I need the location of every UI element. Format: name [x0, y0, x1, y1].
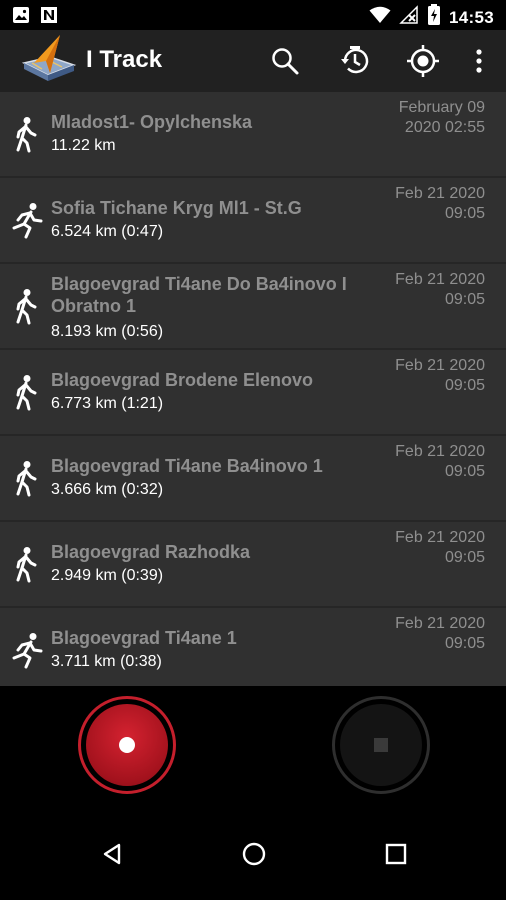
track-date-line2: 09:05: [444, 377, 485, 394]
walk-icon: [10, 460, 42, 498]
track-date-line1: Feb 21 2020: [395, 357, 485, 374]
track-distance: 2.949 km (0:39): [51, 567, 164, 584]
stop-button-face: [340, 704, 422, 786]
system-nav-bar: [0, 804, 506, 900]
locate-icon[interactable]: [406, 44, 440, 78]
app-logo-icon: [20, 33, 78, 89]
stop-button[interactable]: [332, 696, 430, 794]
record-icon: [119, 737, 135, 753]
image-icon: [12, 6, 30, 29]
track-title: Blagoevgrad Razhodka: [51, 542, 251, 562]
track-title: Blagoevgrad Ti4ane Ba4inovo 1: [51, 456, 323, 476]
wifi-icon: [369, 6, 391, 29]
recents-icon[interactable]: [376, 834, 416, 874]
track-title: Mladost1- Opylchenska: [51, 112, 253, 132]
track-title: Blagoevgrad Ti4ane 1: [51, 628, 237, 648]
walk-icon: [10, 374, 42, 412]
walk-icon: [10, 116, 42, 154]
status-bar-right: 14:53: [369, 4, 494, 31]
track-row[interactable]: Blagoevgrad Ti4ane 1 3.711 km (0:38) Feb…: [0, 608, 506, 686]
status-bar-left: [12, 6, 58, 29]
walk-icon: [10, 546, 42, 584]
track-date-line2: 09:05: [444, 635, 485, 652]
track-date-line2: 2020 02:55: [404, 119, 485, 136]
back-icon[interactable]: [92, 834, 132, 874]
track-date: Feb 21 2020 09:05: [345, 184, 485, 224]
track-date: February 09 2020 02:55: [345, 98, 485, 138]
track-distance: 6.773 km (1:21): [51, 395, 164, 412]
track-row[interactable]: Blagoevgrad Ti4ane Do Ba4inovo I Obratno…: [0, 264, 506, 350]
app-title: I Track: [86, 46, 163, 73]
track-title: Blagoevgrad Brodene Elenovo: [51, 370, 314, 390]
record-button-face: [86, 704, 168, 786]
track-date-line1: Feb 21 2020: [395, 615, 485, 632]
track-distance: 3.711 km (0:38): [51, 653, 162, 670]
track-list[interactable]: Mladost1- Opylchenska 11.22 km February …: [0, 92, 506, 686]
run-icon: [10, 632, 43, 670]
track-date-line2: 09:05: [444, 549, 485, 566]
walk-icon: [10, 288, 42, 326]
more-vert-icon[interactable]: [462, 44, 496, 78]
run-icon: [10, 202, 43, 240]
track-date: Feb 21 2020 09:05: [345, 270, 485, 310]
record-controls: [0, 686, 506, 804]
track-date-line1: Feb 21 2020: [395, 271, 485, 288]
no-signal-icon: [399, 5, 419, 30]
track-date-line2: 09:05: [444, 463, 485, 480]
track-row[interactable]: Blagoevgrad Brodene Elenovo 6.773 km (1:…: [0, 350, 506, 436]
track-distance: 6.524 km (0:47): [51, 223, 164, 240]
status-bar: 14:53: [0, 0, 506, 30]
n-notification-icon: [40, 6, 58, 29]
track-date: Feb 21 2020 09:05: [345, 442, 485, 482]
record-button[interactable]: [78, 696, 176, 794]
battery-charging-icon: [427, 4, 441, 31]
track-date-line1: February 09: [398, 99, 485, 116]
track-title: Sofia Tichane Kryg Ml1 - St.G: [51, 198, 302, 218]
search-icon[interactable]: [268, 44, 302, 78]
home-icon[interactable]: [234, 834, 274, 874]
track-date: Feb 21 2020 09:05: [345, 528, 485, 568]
app-bar: I Track: [0, 30, 506, 92]
status-time: 14:53: [449, 7, 494, 27]
track-row[interactable]: Blagoevgrad Ti4ane Ba4inovo 1 3.666 km (…: [0, 436, 506, 522]
track-title: Blagoevgrad Ti4ane Do Ba4inovo I Obratno…: [51, 274, 347, 316]
track-date-line2: 09:05: [444, 205, 485, 222]
track-date-line1: Feb 21 2020: [395, 529, 485, 546]
track-date-line2: 09:05: [444, 291, 485, 308]
track-distance: 11.22 km: [51, 137, 116, 154]
stop-icon: [374, 738, 388, 752]
track-distance: 8.193 km (0:56): [51, 323, 164, 340]
track-row[interactable]: Sofia Tichane Kryg Ml1 - St.G 6.524 km (…: [0, 178, 506, 264]
track-date: Feb 21 2020 09:05: [345, 614, 485, 654]
track-row[interactable]: Blagoevgrad Razhodka 2.949 km (0:39) Feb…: [0, 522, 506, 608]
history-icon[interactable]: [338, 44, 372, 78]
track-date: Feb 21 2020 09:05: [345, 356, 485, 396]
track-row[interactable]: Mladost1- Opylchenska 11.22 km February …: [0, 92, 506, 178]
track-date-line1: Feb 21 2020: [395, 185, 485, 202]
track-distance: 3.666 km (0:32): [51, 481, 164, 498]
track-date-line1: Feb 21 2020: [395, 443, 485, 460]
